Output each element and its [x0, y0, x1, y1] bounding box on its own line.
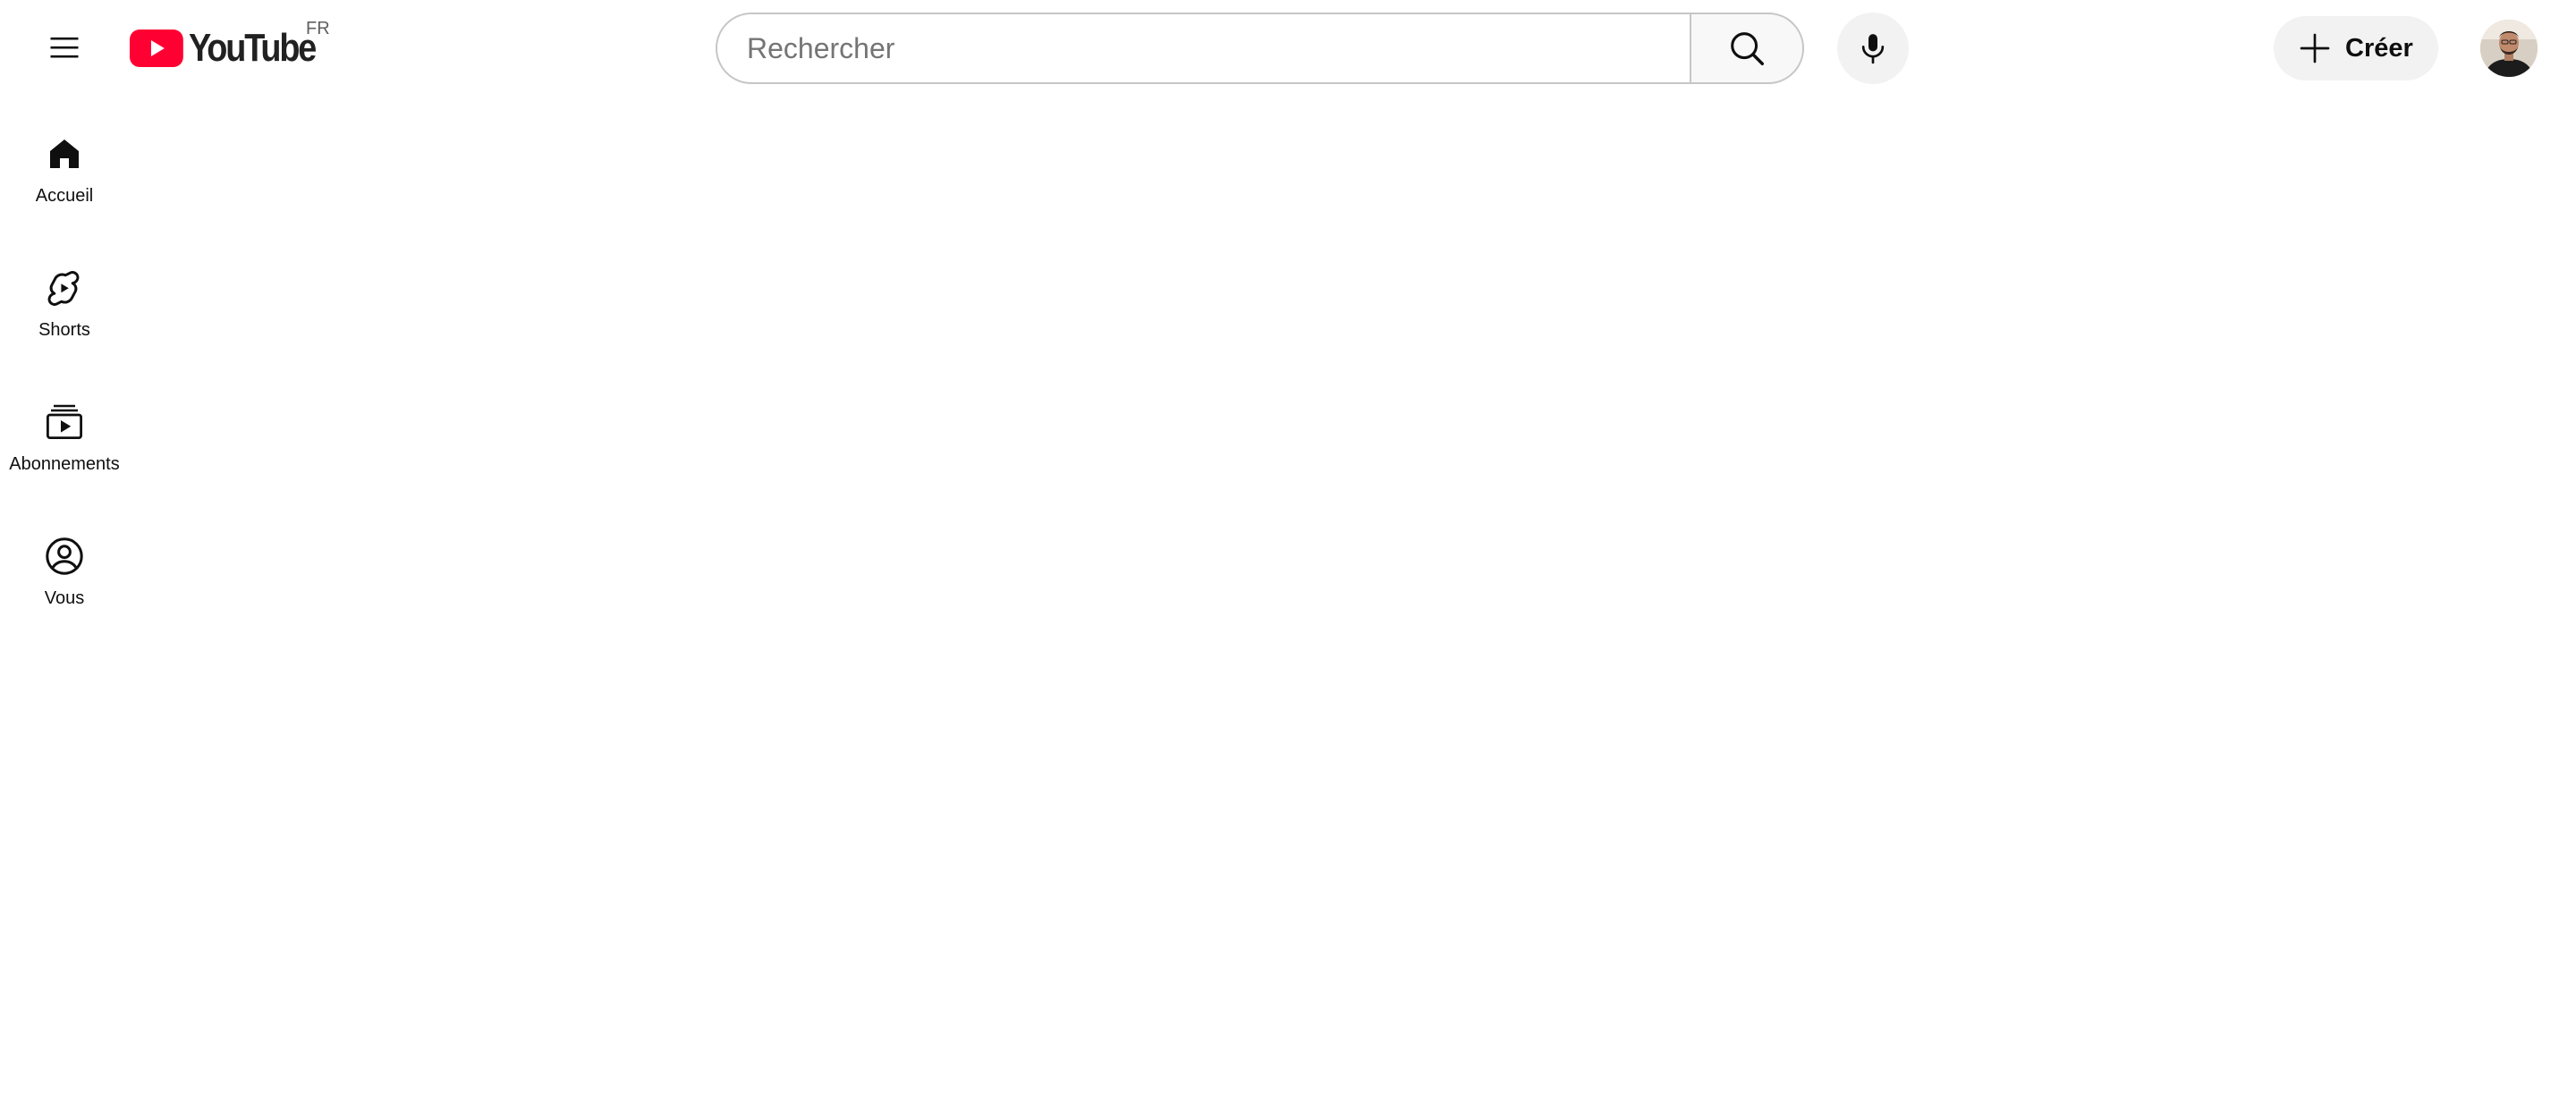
page-content [129, 100, 2576, 1116]
guide-item-you[interactable]: Vous [7, 503, 122, 630]
guide-menu-button[interactable] [29, 13, 100, 84]
search-button[interactable] [1690, 13, 1804, 84]
user-avatar[interactable] [2480, 20, 2538, 77]
guide-item-label: Vous [44, 588, 85, 608]
guide-item-label: Accueil [35, 186, 94, 206]
subscriptions-icon [47, 404, 83, 440]
shorts-icon [47, 271, 80, 306]
voice-search-button[interactable] [1837, 13, 1909, 84]
search-box[interactable] [716, 13, 1690, 84]
avatar-photo [2480, 20, 2538, 77]
create-button-label: Créer [2345, 33, 2413, 63]
masthead: YouTube FR Créer [0, 0, 2576, 97]
guide-item-home[interactable]: Accueil [7, 100, 122, 227]
account-circle-icon [46, 537, 83, 575]
create-button[interactable]: Créer [2274, 16, 2438, 80]
search-icon [1731, 32, 1764, 65]
guide-item-label: Shorts [38, 320, 90, 340]
plus-icon [2300, 33, 2330, 63]
microphone-icon [1861, 34, 1885, 64]
guide-item-shorts[interactable]: Shorts [7, 234, 122, 361]
hamburger-menu-icon [50, 37, 79, 58]
logo-wordmark: YouTube [188, 26, 317, 70]
youtube-logo[interactable]: YouTube [130, 20, 335, 77]
home-icon [50, 140, 79, 168]
guide-item-label: Abonnements [9, 454, 120, 474]
search-input[interactable] [747, 14, 1690, 82]
guide-item-subscriptions[interactable]: Abonnements [7, 368, 122, 495]
logo-country-code: FR [306, 19, 330, 38]
youtube-play-logo-icon [130, 30, 183, 67]
